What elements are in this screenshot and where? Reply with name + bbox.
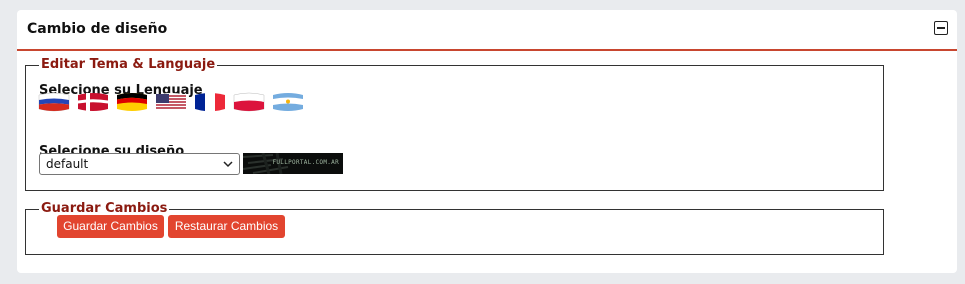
flag-russia-icon[interactable] [38,92,70,112]
flag-usa-icon[interactable] [155,92,187,112]
theme-language-legend: Editar Tema & Languaje [41,57,216,72]
chevron-down-icon [223,161,233,168]
flag-denmark-icon[interactable] [77,92,109,112]
theme-preview-image: FULLPORTAL.COM.AR [243,153,343,174]
flag-argentina-icon[interactable] [272,92,304,112]
save-changes-button[interactable]: Guardar Cambios [57,215,164,238]
flag-germany-icon[interactable] [116,92,148,112]
preview-text: FULLPORTAL.COM.AR [272,159,339,166]
panel-header: Cambio de diseño [17,10,957,51]
flag-france-icon[interactable] [194,92,226,112]
design-select-value: default [46,157,89,171]
flag-poland-icon[interactable] [233,92,265,112]
panel-title: Cambio de diseño [27,21,168,37]
restore-changes-button[interactable]: Restaurar Cambios [168,215,285,238]
save-changes-legend: Guardar Cambios [41,201,168,216]
minus-square-icon[interactable] [934,21,948,35]
design-select[interactable]: default [39,153,240,175]
